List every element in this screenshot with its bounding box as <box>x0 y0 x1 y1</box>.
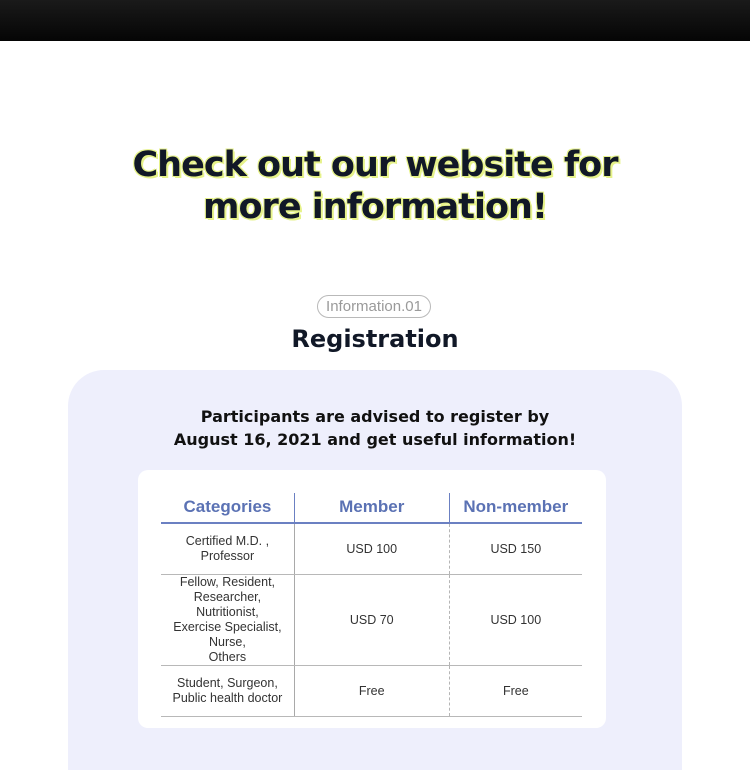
category-cell: Fellow, Resident, Researcher, Nutritioni… <box>161 574 295 666</box>
notice-line-1: Participants are advised to register by <box>200 407 550 426</box>
category-line: Certified M.D. , <box>185 534 270 548</box>
non-member-fee-cell: USD 150 <box>449 523 582 575</box>
header-non-member: Non-member <box>449 493 582 524</box>
member-fee-cell: USD 70 <box>294 574 450 666</box>
non-member-fee-cell: USD 100 <box>449 574 582 666</box>
non-member-fee-cell: Free <box>449 665 582 717</box>
headline: Check out our website for more informati… <box>0 144 750 228</box>
table-row: Student, Surgeon, Public health doctor F… <box>161 665 582 717</box>
registration-fees-table: Categories Member Non-member Certified M… <box>161 493 582 717</box>
category-cell: Student, Surgeon, Public health doctor <box>161 665 295 717</box>
table-header-row: Categories Member Non-member <box>161 493 582 524</box>
notice-line-2: August 16, 2021 and get useful informati… <box>173 430 577 449</box>
category-line: Professor <box>200 549 255 563</box>
headline-line-1: Check out our website for <box>132 145 619 185</box>
category-line: Others <box>208 650 247 664</box>
table-row: Fellow, Resident, Researcher, Nutritioni… <box>161 574 582 666</box>
category-line: Fellow, Resident, <box>179 575 276 589</box>
registration-notice: Participants are advised to register by … <box>0 405 750 451</box>
section-title: Registration <box>291 325 459 353</box>
header-categories: Categories <box>161 493 295 524</box>
category-line: Researcher, Nutritionist, <box>193 590 262 619</box>
table-row: Certified M.D. , Professor USD 100 USD 1… <box>161 523 582 575</box>
category-line: Student, Surgeon, <box>177 676 278 690</box>
category-line: Public health doctor <box>172 691 283 705</box>
header-member: Member <box>294 493 450 524</box>
member-fee-cell: Free <box>294 665 450 717</box>
top-banner-strip <box>0 0 750 41</box>
category-cell: Certified M.D. , Professor <box>161 523 295 575</box>
member-fee-cell: USD 100 <box>294 523 450 575</box>
category-line: Exercise Specialist, Nurse, <box>173 620 282 649</box>
headline-line-2: more information! <box>203 187 548 227</box>
section-badge: Information.01 <box>317 295 431 318</box>
